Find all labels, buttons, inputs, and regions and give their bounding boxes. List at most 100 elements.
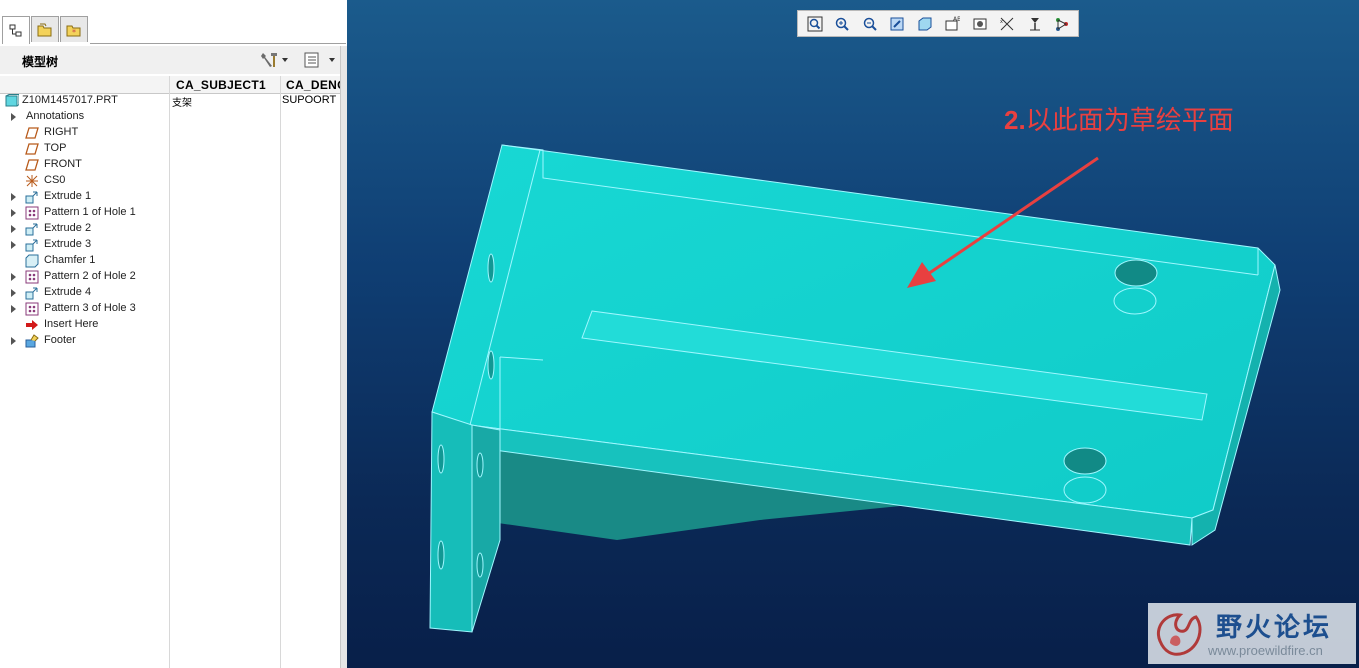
tree-item-label: Insert Here [44, 318, 99, 330]
model-leg-hole-1 [437, 444, 445, 474]
extrude-icon [25, 238, 39, 252]
model-wall-hole-2 [487, 350, 495, 380]
expand-arrow-icon[interactable] [11, 225, 16, 233]
tree-item-label: Annotations [26, 110, 85, 122]
tab-favorites[interactable]: * [60, 16, 88, 42]
expand-arrow-icon[interactable] [11, 241, 16, 249]
refit-button[interactable] [804, 14, 825, 33]
insert-here-arrow-icon [25, 318, 39, 332]
zoom-out-button[interactable] [859, 14, 880, 33]
model-bracket-leg-face [429, 411, 473, 633]
expand-arrow-icon[interactable] [11, 289, 16, 297]
show-dropdown-button[interactable] [303, 50, 335, 70]
refit-icon [807, 16, 823, 32]
extrude-icon [25, 190, 39, 204]
tree-row-chamfer-1[interactable]: Chamfer 1 [0, 253, 340, 269]
coordinate-system-icon [25, 174, 39, 188]
datum-display-button[interactable]: x [997, 14, 1018, 33]
model-tree-header: 模型树 [0, 46, 340, 74]
tab-folder-browser[interactable] [31, 16, 59, 42]
expand-arrow-icon[interactable] [11, 305, 16, 313]
flame-logo-icon [1157, 613, 1202, 656]
annotation-display-button[interactable] [1052, 14, 1073, 33]
model-hole-2 [1063, 447, 1107, 475]
tab-underline [90, 43, 346, 44]
cell-ca-subject1: 支架 [172, 98, 192, 109]
tree-row-top[interactable]: TOP [0, 141, 340, 157]
annotation-text: 以此面为草绘平面 [1025, 105, 1234, 135]
spin-center-icon [1027, 16, 1043, 32]
tree-row-extrude-4[interactable]: Extrude 4 [0, 285, 340, 301]
tree-item-label: Chamfer 1 [44, 254, 96, 266]
tree-row-z10m1457017-prt[interactable]: Z10M1457017.PRT 支架 SUPOORT [0, 93, 340, 109]
saved-views-icon: AB [944, 16, 960, 32]
column-header-ca-deno[interactable]: CA_DENO [286, 78, 340, 92]
forum-watermark: 野火论坛 www.proewildfire.cn [1148, 603, 1356, 664]
chevron-down-icon [282, 58, 288, 62]
tools-icon [261, 53, 277, 67]
tree-item-label: Footer [44, 334, 76, 346]
repaint-button[interactable] [887, 14, 908, 33]
expand-arrow-icon[interactable] [11, 113, 16, 121]
svg-text:*: * [72, 28, 76, 37]
graphics-viewport[interactable]: AB x 2.以此面为草绘平面 野火论坛 www.proewildfire.cn [347, 0, 1359, 668]
panel-title: 模型树 [22, 55, 59, 69]
model-tree-scrollbar[interactable] [340, 46, 347, 668]
footer-icon [25, 334, 39, 348]
part-icon [5, 94, 20, 108]
tree-row-front[interactable]: FRONT [0, 157, 340, 173]
panel-tabs: * [0, 16, 346, 44]
view-manager-icon [972, 16, 988, 32]
list-display-icon [304, 52, 319, 68]
tree-item-label: Extrude 1 [44, 190, 92, 202]
tree-row-pattern-3-of-hole-3[interactable]: Pattern 3 of Hole 3 [0, 301, 340, 317]
folder-icon [37, 23, 52, 36]
tree-item-label: TOP [44, 142, 67, 154]
tree-row-cs0[interactable]: CS0 [0, 173, 340, 189]
display-style-icon [917, 16, 933, 32]
tree-row-extrude-2[interactable]: Extrude 2 [0, 221, 340, 237]
annotation-display-icon [1054, 16, 1070, 32]
settings-dropdown-button[interactable] [259, 50, 288, 70]
view-manager-button[interactable] [969, 14, 990, 33]
tree-item-label: CS0 [44, 174, 66, 186]
zoom-in-icon [834, 16, 850, 32]
datum-plane-icon [25, 158, 39, 172]
model-leg-hole-4 [476, 552, 484, 578]
tree-row-annotations[interactable]: Annotations [0, 109, 340, 125]
tree-row-pattern-1-of-hole-1[interactable]: Pattern 1 of Hole 1 [0, 205, 340, 221]
tree-row-footer[interactable]: Footer [0, 333, 340, 349]
pattern-icon [25, 206, 39, 220]
tree-item-label: Extrude 2 [44, 222, 92, 234]
datum-plane-icon [25, 126, 39, 140]
column-header-ca-subject1[interactable]: CA_SUBJECT1 [176, 78, 276, 92]
model-wall-hole-1 [487, 253, 495, 283]
model-hole-1 [1114, 259, 1158, 287]
chamfer-icon [25, 254, 39, 268]
favorites-folder-icon: * [66, 25, 81, 37]
tree-row-extrude-1[interactable]: Extrude 1 [0, 189, 340, 205]
repaint-icon [889, 16, 905, 32]
expand-arrow-icon[interactable] [11, 273, 16, 281]
expand-arrow-icon[interactable] [11, 209, 16, 217]
tree-row-insert-here[interactable]: Insert Here [0, 317, 340, 333]
tree-item-label: RIGHT [44, 126, 79, 138]
spin-center-button[interactable] [1024, 14, 1045, 33]
tree-item-label: Pattern 1 of Hole 1 [44, 206, 136, 218]
expand-arrow-icon[interactable] [11, 337, 16, 345]
display-style-button[interactable] [914, 14, 935, 33]
tab-model-tree[interactable] [2, 16, 30, 44]
tree-item-label: Z10M1457017.PRT [22, 94, 118, 106]
tree-row-pattern-2-of-hole-2[interactable]: Pattern 2 of Hole 2 [0, 269, 340, 285]
model-bracket-leg-side [471, 424, 501, 633]
datum-display-icon: x [999, 16, 1015, 32]
pattern-icon [25, 270, 39, 284]
tree-row-right[interactable]: RIGHT [0, 125, 340, 141]
watermark-title: 野火论坛 [1216, 612, 1333, 642]
expand-arrow-icon[interactable] [11, 193, 16, 201]
zoom-in-button[interactable] [832, 14, 853, 33]
saved-views-button[interactable]: AB [942, 14, 963, 33]
tree-row-extrude-3[interactable]: Extrude 3 [0, 237, 340, 253]
extrude-icon [25, 222, 39, 236]
watermark-url: www.proewildfire.cn [1208, 643, 1323, 658]
